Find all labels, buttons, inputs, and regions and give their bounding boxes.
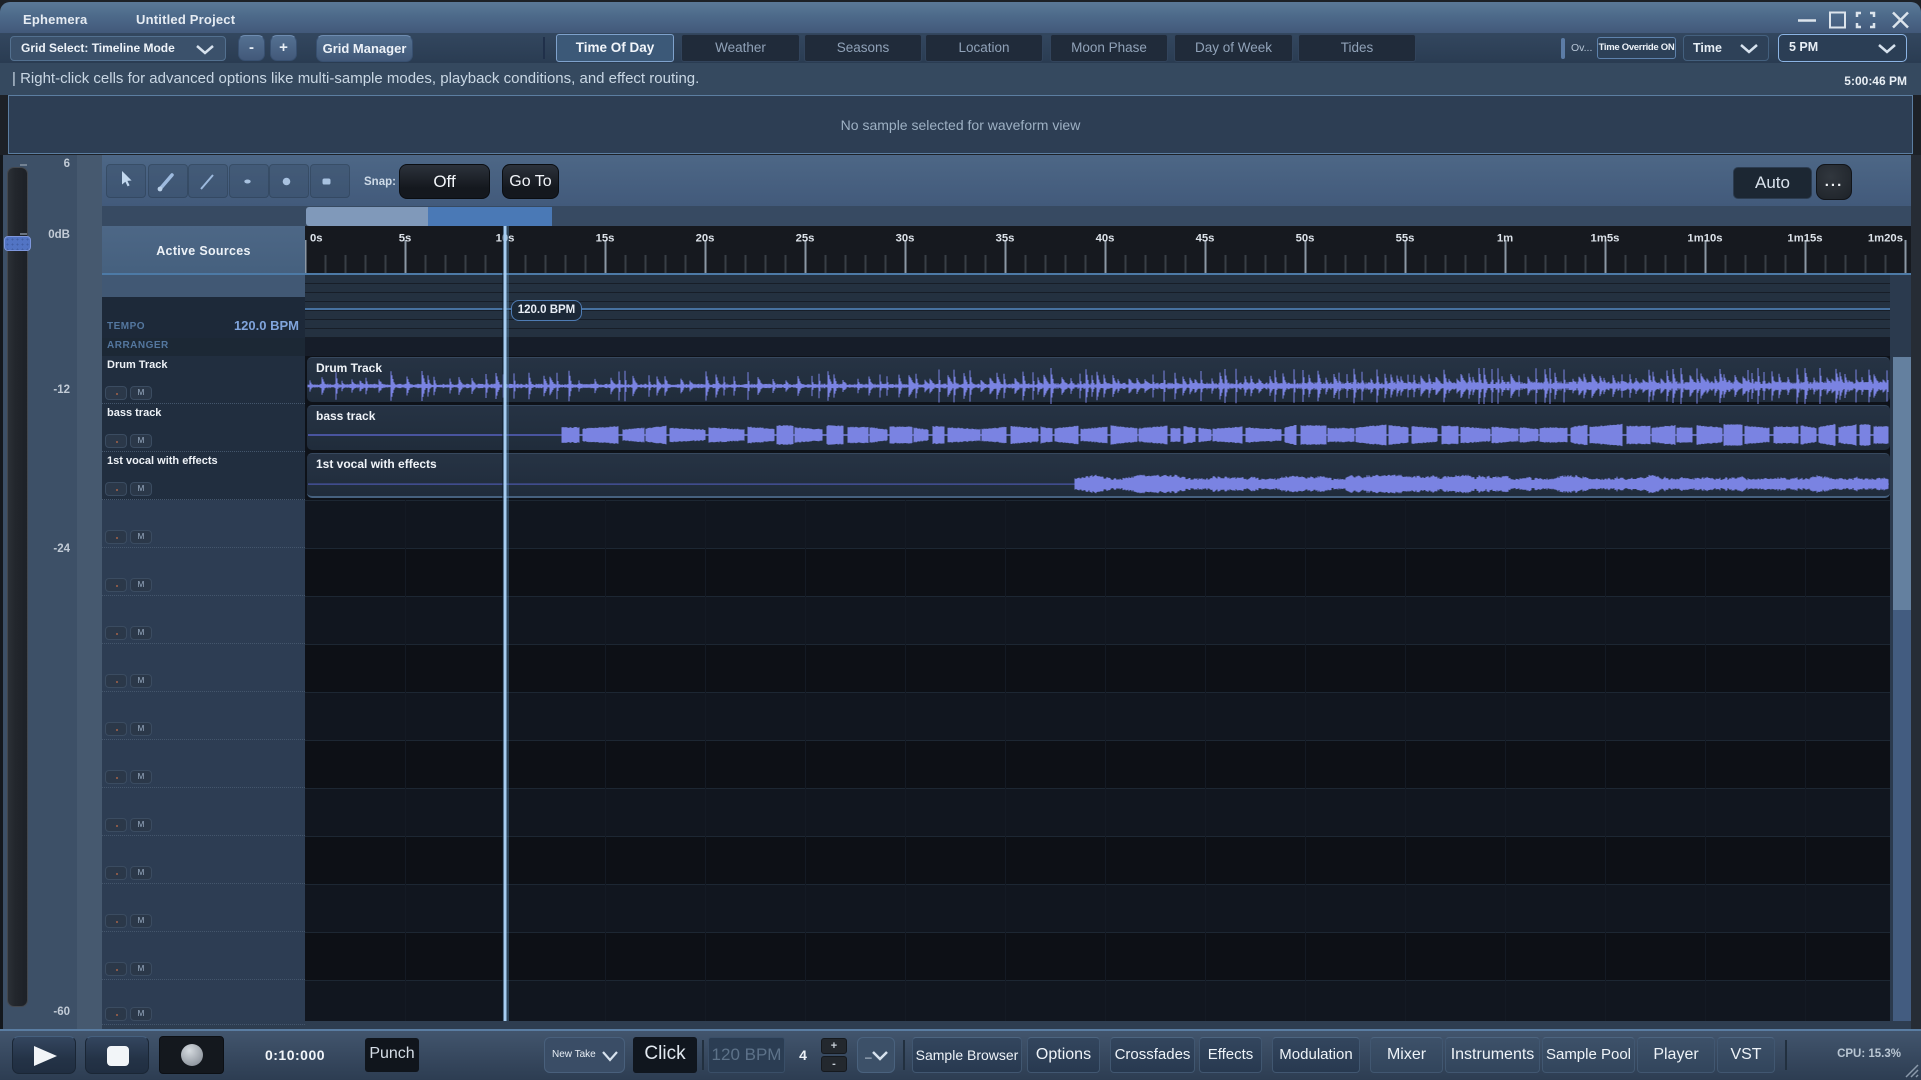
svg-text:20s: 20s (696, 233, 715, 245)
svg-text:5s: 5s (399, 233, 412, 245)
svg-text:0s: 0s (310, 233, 323, 245)
svg-text:25s: 25s (796, 233, 815, 245)
svg-text:1m5s: 1m5s (1591, 233, 1620, 245)
svg-text:50s: 50s (1296, 233, 1315, 245)
svg-text:55s: 55s (1396, 233, 1415, 245)
svg-text:40s: 40s (1096, 233, 1115, 245)
svg-text:35s: 35s (996, 233, 1015, 245)
svg-text:1m15s: 1m15s (1787, 233, 1822, 245)
svg-text:30s: 30s (896, 233, 915, 245)
svg-text:1m: 1m (1497, 233, 1513, 245)
svg-text:45s: 45s (1196, 233, 1215, 245)
svg-text:1m10s: 1m10s (1687, 233, 1722, 245)
svg-text:15s: 15s (596, 233, 615, 245)
svg-text:1m20s: 1m20s (1868, 233, 1903, 245)
